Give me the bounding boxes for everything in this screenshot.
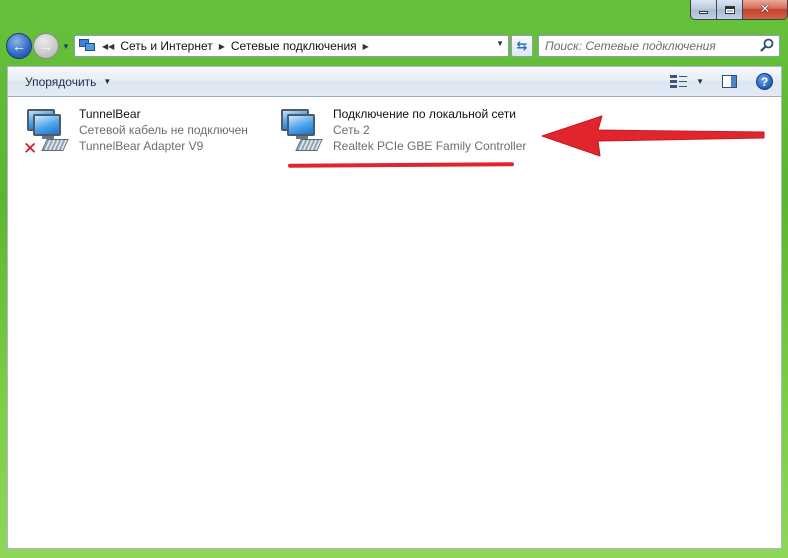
disconnected-x-icon: ✕ xyxy=(23,139,38,159)
connection-status: Сеть 2 xyxy=(333,123,370,137)
minimize-icon xyxy=(699,11,708,14)
network-adapter-icon xyxy=(277,106,327,156)
breadcrumb-chevron-icon[interactable]: ▶ xyxy=(219,42,225,51)
navigation-bar: ← → ▼ ◀◀ Сеть и Интернет ▶ Сетевые подкл… xyxy=(6,30,788,62)
chevron-down-icon: ▼ xyxy=(103,77,112,86)
search-icon[interactable] xyxy=(760,38,774,52)
connection-item-local-area[interactable]: Подключение по локальной сети Сеть 2 Rea… xyxy=(277,106,526,156)
connection-adapter: Realtek PCIe GBE Family Controller xyxy=(333,139,527,153)
connection-name: Подключение по локальной сети xyxy=(333,107,516,121)
refresh-icon: ⇆ xyxy=(516,38,528,53)
forward-arrow-icon: → xyxy=(39,38,53,54)
breadcrumb-chevron-icon[interactable]: ▶ xyxy=(363,42,369,51)
back-button[interactable]: ← xyxy=(6,33,32,59)
preview-pane-icon[interactable] xyxy=(722,75,737,88)
window-caption-buttons: ✕ xyxy=(690,0,788,20)
connection-status: Сетевой кабель не подключен xyxy=(79,123,248,137)
maximize-button[interactable] xyxy=(717,0,743,20)
search-input[interactable] xyxy=(545,39,745,53)
minimize-button[interactable] xyxy=(690,0,717,20)
annotation-arrow-icon xyxy=(541,115,765,157)
network-adapter-icon: ✕ xyxy=(23,106,73,159)
network-connections-icon xyxy=(78,38,96,54)
change-view-icon[interactable] xyxy=(670,74,688,90)
view-options-dropdown-icon[interactable]: ▼ xyxy=(696,77,704,86)
recent-pages-dropdown[interactable]: ▼ xyxy=(60,42,72,51)
network-cable-icon xyxy=(41,139,69,151)
connection-item-tunnelbear[interactable]: ✕ TunnelBear Сетевой кабель не подключен… xyxy=(23,106,248,159)
refresh-button[interactable]: ⇆ xyxy=(511,35,533,57)
address-bar[interactable]: ◀◀ Сеть и Интернет ▶ Сетевые подключения… xyxy=(74,35,509,57)
command-bar: Упорядочить ▼ ▼ ? xyxy=(7,66,782,97)
maximize-icon xyxy=(724,5,735,14)
breadcrumb-chevron-icon[interactable]: ◀◀ xyxy=(102,42,114,51)
forward-button[interactable]: → xyxy=(33,33,59,59)
address-dropdown-icon[interactable]: ▼ xyxy=(496,39,504,48)
close-icon: ✕ xyxy=(759,2,771,17)
help-icon[interactable]: ? xyxy=(756,73,773,90)
network-cable-icon xyxy=(295,139,323,151)
organize-button[interactable]: Упорядочить ▼ xyxy=(25,75,111,89)
connection-name: TunnelBear xyxy=(79,107,141,121)
back-arrow-icon: ← xyxy=(12,38,26,54)
breadcrumb-network-connections[interactable]: Сетевые подключения xyxy=(231,39,357,53)
connection-adapter: TunnelBear Adapter V9 xyxy=(79,139,204,153)
search-box[interactable] xyxy=(538,35,780,57)
close-button[interactable]: ✕ xyxy=(743,0,788,20)
organize-label: Упорядочить xyxy=(25,74,97,89)
breadcrumb-network-internet[interactable]: Сеть и Интернет xyxy=(120,39,212,53)
